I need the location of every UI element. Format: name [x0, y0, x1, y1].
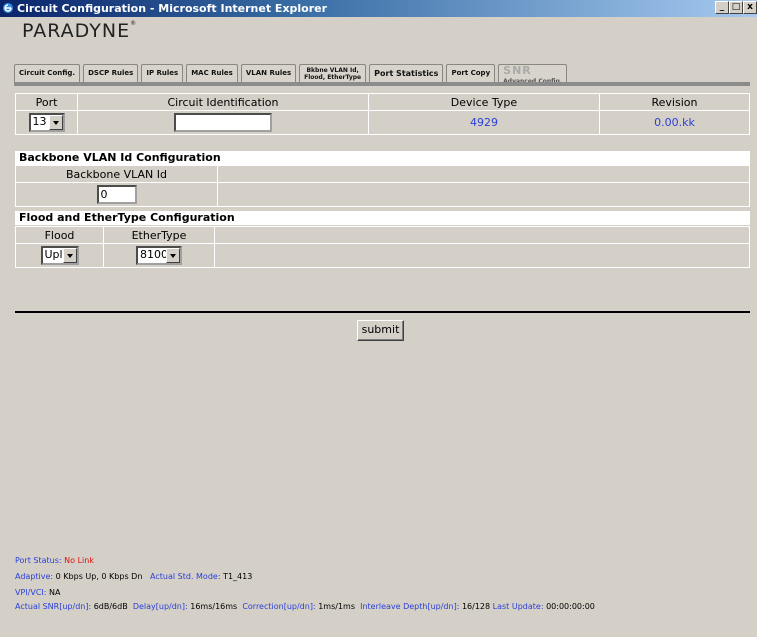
flood-filler — [214, 226, 750, 244]
backbone-vlan-header: Backbone VLAN Id — [15, 165, 218, 183]
backbone-section-title: Backbone VLAN Id Configuration — [15, 151, 750, 165]
close-icon[interactable]: x — [743, 1, 757, 14]
port-header: Port — [15, 93, 78, 111]
device-type-value: 4929 — [368, 110, 600, 135]
chevron-down-icon[interactable] — [48, 115, 63, 130]
delay-label: Delay[up/dn]: — [132, 602, 188, 611]
flood-section-title: Flood and EtherType Configuration — [15, 211, 750, 225]
circuit-id-input[interactable] — [174, 113, 272, 132]
minimize-icon[interactable]: _ — [715, 1, 729, 14]
last-update-value: 00:00:00:00 — [546, 602, 595, 611]
flood-header: Flood — [15, 226, 104, 244]
line-stats: Actual SNR[up/dn]: 6dB/6dB Delay[up/dn]:… — [15, 602, 595, 611]
tab-port-statistics[interactable]: Port Statistics — [369, 64, 444, 83]
correction-value: 1ms/1ms — [318, 602, 355, 611]
last-update-label: Last Update: — [492, 602, 544, 611]
tab-snr-label: SNR — [503, 64, 532, 77]
port-status-line: Port Status: No Link — [15, 556, 94, 565]
tab-vlan-rules[interactable]: VLAN Rules — [240, 64, 297, 83]
std-mode-value: T1_413 — [223, 572, 253, 581]
tab-label-line1: Bkbne VLAN Id, — [306, 67, 359, 74]
port-select[interactable]: 13 — [28, 113, 65, 132]
tab-label-line2: Flood, EtherType — [304, 74, 362, 81]
port-status-label: Port Status: — [15, 556, 62, 565]
ethertype-select[interactable]: 8100 — [136, 246, 182, 265]
logo-text: PARADYNE — [22, 20, 131, 42]
tab-bkbne-vlan-flood-ethertype[interactable]: Bkbne VLAN Id, Flood, EtherType — [299, 64, 367, 83]
vpivci-label: VPI/VCI: — [15, 588, 47, 597]
device-type-header: Device Type — [368, 93, 600, 111]
tab-dscp-rules[interactable]: DSCP Rules — [83, 64, 139, 83]
correction-label: Correction[up/dn]: — [242, 602, 316, 611]
backbone-filler-2 — [217, 182, 750, 207]
ethertype-header: EtherType — [103, 226, 215, 244]
backbone-vlan-cell: 0 — [15, 182, 218, 207]
flood-select[interactable]: Upl — [40, 246, 79, 265]
internet-explorer-icon — [3, 3, 13, 13]
tab-port-copy[interactable]: Port Copy — [446, 64, 496, 83]
port-cell: 13 — [15, 110, 78, 135]
circuit-id-header: Circuit Identification — [77, 93, 369, 111]
snr-label: Actual SNR[up/dn]: — [15, 602, 92, 611]
tab-mac-rules[interactable]: MAC Rules — [186, 64, 238, 83]
port-info-table: Port Circuit Identification Device Type … — [15, 93, 750, 135]
flood-cell: Upl — [15, 243, 104, 268]
circuit-id-cell — [77, 110, 369, 135]
nav-tabs: Circuit Config. DSCP Rules IP Rules MAC … — [14, 63, 570, 85]
tab-ip-rules[interactable]: IP Rules — [141, 64, 184, 83]
snr-value: 6dB/6dB — [93, 602, 128, 611]
interleave-label: Interleave Depth[up/dn]: — [360, 602, 460, 611]
port-select-value: 13 — [32, 115, 47, 128]
ethertype-cell: 8100 — [103, 243, 215, 268]
tab-snr-advanced-config[interactable]: SNR Advanced Config. — [498, 64, 568, 85]
flood-table: Flood EtherType Upl 8100 — [15, 226, 750, 268]
paradyne-logo: PARADYNE® — [22, 20, 138, 42]
backbone-table: Backbone VLAN Id 0 — [15, 165, 750, 207]
revision-header: Revision — [599, 93, 750, 111]
ethertype-select-value: 8100 — [140, 248, 168, 261]
vpivci-line: VPI/VCI: NA — [15, 588, 60, 597]
chevron-down-icon[interactable] — [62, 248, 77, 263]
revision-value: 0.00.kk — [599, 110, 750, 135]
interleave-value: 16/128 — [461, 602, 491, 611]
port-status-value: No Link — [64, 556, 94, 565]
adaptive-label: Adaptive: — [15, 572, 54, 581]
backbone-filler — [217, 165, 750, 183]
adaptive-line: Adaptive: 0 Kbps Up, 0 Kbps Dn Actual St… — [15, 572, 252, 581]
delay-value: 16ms/16ms — [190, 602, 238, 611]
window-controls: _ □ x — [715, 1, 757, 14]
std-mode-label: Actual Std. Mode: — [150, 572, 221, 581]
adaptive-value: 0 Kbps Up, 0 Kbps Dn — [55, 572, 143, 581]
divider — [15, 311, 750, 313]
maximize-icon[interactable]: □ — [729, 1, 743, 14]
flood-select-value: Upl — [44, 248, 63, 261]
window-titlebar: Circuit Configuration - Microsoft Intern… — [0, 0, 757, 17]
window-title: Circuit Configuration - Microsoft Intern… — [17, 2, 328, 15]
vpivci-value: NA — [49, 588, 61, 597]
backbone-vlan-input[interactable]: 0 — [96, 185, 137, 204]
tab-underline — [14, 82, 750, 86]
tab-circuit-config[interactable]: Circuit Config. — [14, 64, 81, 83]
chevron-down-icon[interactable] — [166, 248, 180, 263]
submit-button[interactable]: submit — [357, 320, 404, 341]
flood-filler-2 — [214, 243, 750, 268]
